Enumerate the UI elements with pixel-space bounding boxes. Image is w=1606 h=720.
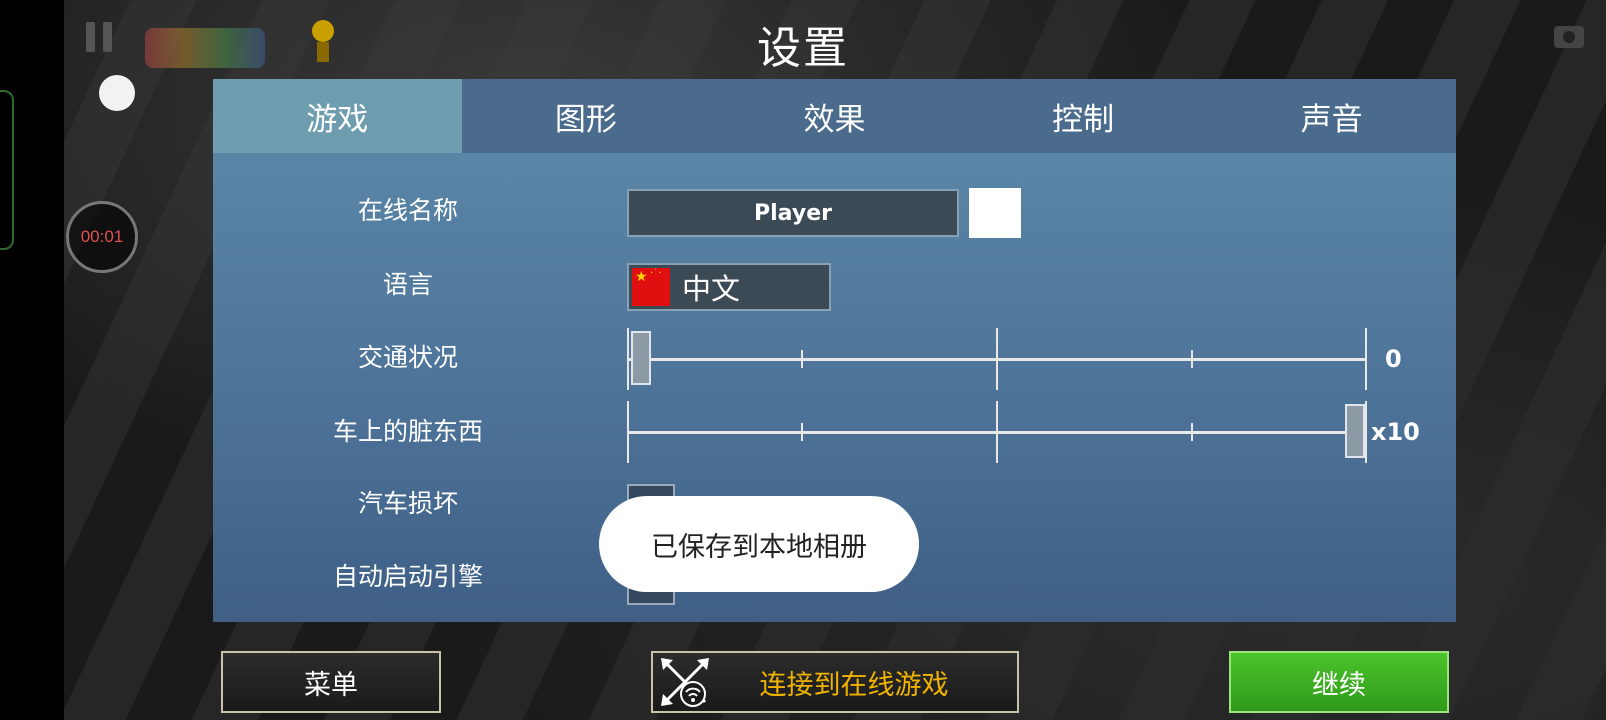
language-select[interactable]: 中文 <box>627 263 831 311</box>
connect-online-button[interactable]: 连接到在线游戏 <box>651 651 1019 713</box>
recording-timer: 00:01 <box>66 201 138 273</box>
continue-button[interactable]: 继续 <box>1229 651 1449 713</box>
side-panel-edge <box>0 90 14 250</box>
toast-message: 已保存到本地相册 <box>599 496 919 592</box>
china-flag-icon <box>632 268 670 306</box>
car-damage-label: 汽车损坏 <box>357 489 458 518</box>
online-name-input[interactable]: Player <box>627 189 959 237</box>
tab-controls[interactable]: 控制 <box>959 79 1208 153</box>
car-dirt-slider-thumb[interactable] <box>1345 404 1365 458</box>
tab-sound[interactable]: 声音 <box>1207 79 1456 153</box>
language-value: 中文 <box>682 272 741 306</box>
car-dirt-label: 车上的脏东西 <box>332 417 483 446</box>
connect-online-label: 连接到在线游戏 <box>759 669 949 701</box>
traffic-value: 0 <box>1385 345 1402 373</box>
name-color-swatch[interactable] <box>969 188 1021 238</box>
tab-graphics[interactable]: 图形 <box>462 79 711 153</box>
car-dirt-slider[interactable] <box>627 401 1367 463</box>
record-button[interactable] <box>99 75 135 111</box>
online-name-label: 在线名称 <box>357 196 458 225</box>
menu-button[interactable]: 菜单 <box>221 651 441 713</box>
settings-tabs: 游戏 图形 效果 控制 声音 <box>213 79 1456 153</box>
traffic-slider-thumb[interactable] <box>631 331 651 385</box>
car-dirt-value: x10 <box>1371 418 1420 446</box>
traffic-slider[interactable] <box>627 328 1367 390</box>
auto-start-label: 自动启动引擎 <box>332 562 483 591</box>
tab-game[interactable]: 游戏 <box>213 79 462 153</box>
tab-effects[interactable]: 效果 <box>710 79 959 153</box>
traffic-label: 交通状况 <box>357 343 458 372</box>
page-title: 设置 <box>757 23 849 74</box>
language-label: 语言 <box>382 270 433 299</box>
network-arrows-icon <box>659 656 711 708</box>
